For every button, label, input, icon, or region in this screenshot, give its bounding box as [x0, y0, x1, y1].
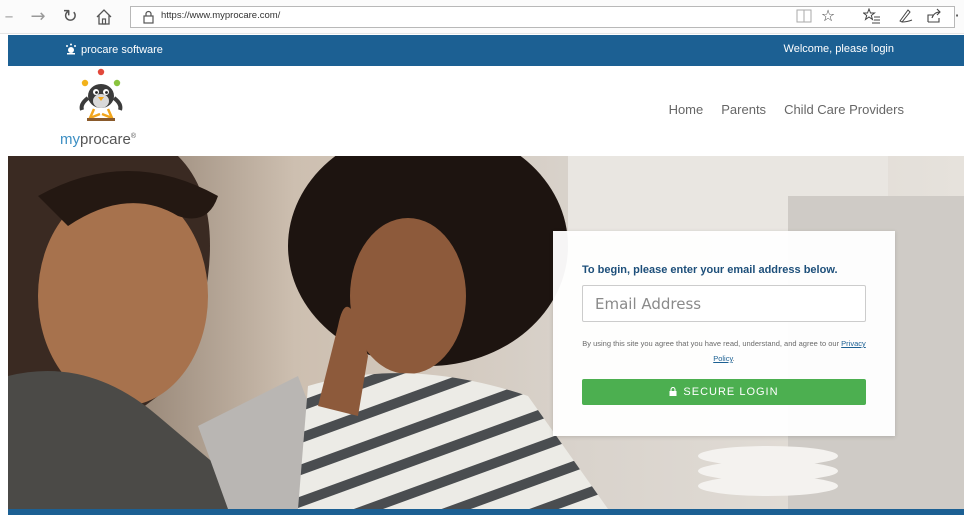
procare-logo-icon	[66, 43, 76, 55]
home-icon[interactable]	[94, 6, 114, 28]
nav-providers-link[interactable]: Child Care Providers	[784, 102, 904, 117]
more-icon[interactable]: ·	[950, 6, 964, 26]
main-nav: Home Parents Child Care Providers	[651, 102, 904, 117]
browser-toolbar: – → ↻ https://www.myprocare.com/ ☆ ·	[0, 0, 964, 34]
refresh-icon[interactable]: ↻	[60, 6, 80, 28]
login-card: To begin, please enter your email addres…	[553, 231, 895, 436]
nav-home-link[interactable]: Home	[669, 102, 704, 117]
top-strip: procare software Welcome, please login	[8, 35, 964, 66]
welcome-text: Welcome, please login	[783, 43, 894, 55]
favorite-star-icon[interactable]: ☆	[818, 6, 838, 26]
secure-login-button[interactable]: SECURE LOGIN	[582, 379, 866, 405]
logo-wordmark[interactable]: myprocare®	[60, 131, 136, 148]
url-text: https://www.myprocare.com/	[161, 10, 281, 21]
login-instructions: To begin, please enter your email addres…	[582, 264, 838, 276]
lock-icon	[143, 10, 154, 24]
favorites-hub-icon[interactable]	[862, 6, 882, 26]
forward-arrow-icon[interactable]: →	[28, 6, 48, 28]
bottom-bar	[8, 509, 964, 515]
nav-parents-link[interactable]: Parents	[721, 102, 766, 117]
procare-brand[interactable]: procare software	[65, 43, 163, 56]
back-arrow-icon[interactable]: –	[2, 6, 16, 28]
myprocare-logo[interactable]	[72, 68, 130, 126]
site-header: myprocare® Home Parents Child Care Provide…	[8, 66, 964, 156]
email-input[interactable]	[582, 285, 866, 322]
pen-icon[interactable]	[895, 6, 915, 26]
reading-view-icon[interactable]	[794, 6, 814, 26]
terms-notice: By using this site you agree that you ha…	[582, 339, 866, 363]
share-icon[interactable]	[924, 6, 944, 26]
lock-icon	[669, 387, 677, 396]
brand-text: procare software	[81, 44, 163, 56]
